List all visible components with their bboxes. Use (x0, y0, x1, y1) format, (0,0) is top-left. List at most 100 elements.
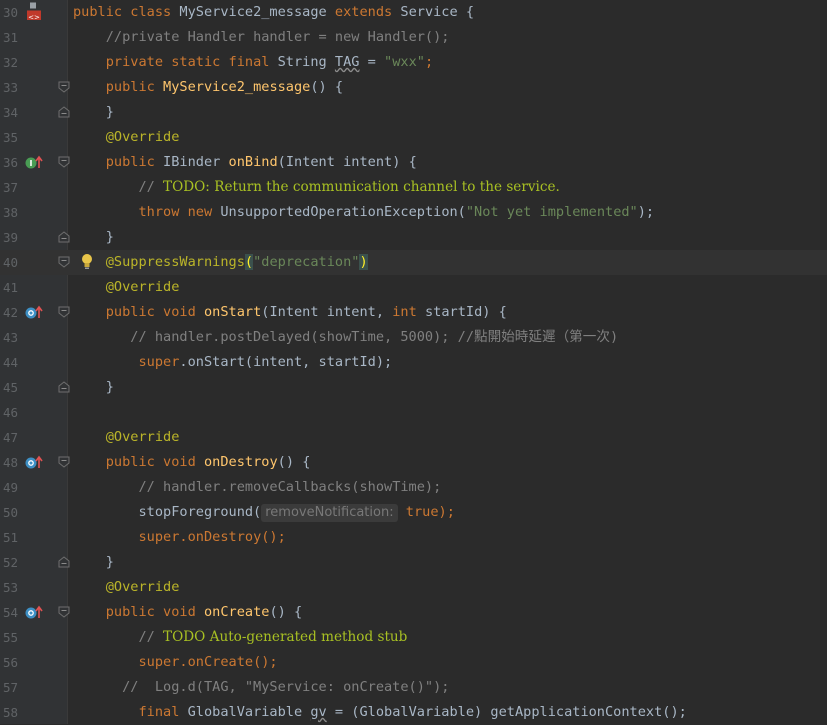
code-text[interactable]: public void onCreate() { (73, 600, 302, 625)
code-line[interactable]: 35 @Override (0, 125, 827, 150)
line-number: 46 (2, 405, 18, 420)
comment: // (138, 629, 164, 645)
code-line[interactable]: 53 @Override (0, 575, 827, 600)
code-line[interactable]: 41 @Override (0, 275, 827, 300)
code-line[interactable]: 49 // handler.removeCallbacks(showTime); (0, 475, 827, 500)
code-text[interactable]: final GlobalVariable gv = (GlobalVariabl… (73, 700, 686, 725)
fold-end-icon[interactable] (58, 556, 70, 568)
fold-end-icon[interactable] (58, 231, 70, 243)
matched-paren-open: ( (244, 254, 254, 270)
code-text[interactable]: // handler.postDelayed(showTime, 5000); … (73, 325, 618, 350)
code-text[interactable]: } (73, 550, 114, 575)
svg-text:I: I (30, 159, 33, 168)
code-text[interactable]: public MyService2_message() { (73, 75, 343, 100)
line-number: 51 (2, 530, 18, 545)
code-text[interactable]: public void onDestroy() { (73, 450, 311, 475)
code-text[interactable]: super.onCreate(); (73, 650, 277, 675)
code-line[interactable]: 44 super.onStart(intent, startId); (0, 350, 827, 375)
code-text[interactable]: // TODO Auto-generated method stub (73, 625, 407, 650)
code-line[interactable]: 32 private static final String TAG = "wx… (0, 50, 827, 75)
fold-collapse-icon[interactable] (58, 256, 70, 268)
code-line[interactable]: 38 throw new UnsupportedOperationExcepti… (0, 200, 827, 225)
string: "Not yet implemented" (465, 204, 638, 220)
method-name: onDestroy (203, 454, 278, 470)
code-line[interactable]: 34 } (0, 100, 827, 125)
matched-paren-close: ) (359, 254, 368, 270)
todo-comment: TODO: Return the communication channel t… (163, 179, 560, 195)
code-line[interactable]: 48 public void onDestroy() { (0, 450, 827, 475)
code-line[interactable]: 54 public void onCreate() { (0, 600, 827, 625)
code-text[interactable]: @Override (73, 275, 180, 300)
comment: // (138, 179, 164, 195)
code-line[interactable]: 33 public MyService2_message() { (0, 75, 827, 100)
code-line[interactable]: 56 super.onCreate(); (0, 650, 827, 675)
fold-end-icon[interactable] (58, 106, 70, 118)
code-text[interactable]: // handler.removeCallbacks(showTime); (73, 475, 441, 500)
fold-collapse-icon[interactable] (58, 306, 70, 318)
keyword: public class (73, 4, 180, 20)
keyword: int (392, 304, 425, 320)
fold-collapse-icon[interactable] (58, 81, 70, 93)
code-text[interactable]: public class MyService2_message extends … (73, 0, 474, 25)
code-line[interactable]: 47 @Override (0, 425, 827, 450)
code-line[interactable]: 39 } (0, 225, 827, 250)
code-text[interactable]: private static final String TAG = "wxx"; (73, 50, 433, 75)
fold-collapse-icon[interactable] (58, 456, 70, 468)
override-method-icon[interactable] (25, 455, 43, 470)
line-number: 45 (2, 380, 18, 395)
code-line[interactable]: 36 I public IBinder onBind(Intent intent)… (0, 150, 827, 175)
code-text[interactable]: @Override (73, 125, 180, 150)
code-text[interactable]: } (73, 100, 114, 125)
code-text[interactable]: stopForeground(removeNotification: true)… (73, 500, 455, 525)
code-token: ); (637, 204, 655, 220)
code-line[interactable]: 30 <> public class MyService2_message exte… (0, 0, 827, 25)
android-class-icon[interactable]: <> (25, 0, 43, 20)
override-method-icon[interactable] (25, 605, 43, 620)
code-line[interactable]: 58 final GlobalVariable gv = (GlobalVari… (0, 700, 827, 725)
code-text[interactable]: } (73, 225, 114, 250)
variable-gv: gv (310, 704, 327, 720)
fold-collapse-icon[interactable] (58, 156, 70, 168)
implements-method-icon[interactable]: I (25, 155, 43, 170)
string: "deprecation" (253, 254, 360, 270)
code-text[interactable]: @SuppressWarnings("deprecation") (73, 250, 368, 275)
code-text[interactable]: throw new UnsupportedOperationException(… (73, 200, 654, 225)
code-text[interactable]: public void onStart(Intent intent, int s… (73, 300, 507, 325)
code-line[interactable]: 51 super.onDestroy(); (0, 525, 827, 550)
code-line[interactable]: 55 // TODO Auto-generated method stub (0, 625, 827, 650)
fold-end-icon[interactable] (58, 381, 70, 393)
code-line[interactable]: 42 public void onStart(Intent intent, in… (0, 300, 827, 325)
code-line[interactable]: 52 } (0, 550, 827, 575)
code-line[interactable]: 37 // TODO: Return the communication cha… (0, 175, 827, 200)
line-number: 58 (2, 705, 18, 720)
code-line[interactable]: 31 //private Handler handler = new Handl… (0, 25, 827, 50)
code-token: .onDestroy(); (179, 529, 286, 545)
code-text[interactable]: @Override (73, 425, 180, 450)
code-line[interactable]: 50 stopForeground(removeNotification: tr… (0, 500, 827, 525)
code-text[interactable]: } (73, 375, 114, 400)
code-line[interactable]: 45 } (0, 375, 827, 400)
code-text[interactable]: super.onDestroy(); (73, 525, 286, 550)
code-text[interactable]: public IBinder onBind(Intent intent) { (73, 150, 417, 175)
code-line[interactable]: 57 // Log.d(TAG, "MyService: onCreate()"… (0, 675, 827, 700)
code-text[interactable]: @Override (73, 575, 180, 600)
code-token: () { (277, 454, 311, 470)
todo-comment: TODO Auto-generated method stub (163, 629, 408, 645)
code-text[interactable]: //private Handler handler = new Handler(… (73, 25, 450, 50)
code-text[interactable]: super.onStart(intent, startId); (73, 350, 392, 375)
annotation: @Override (105, 579, 180, 595)
code-text[interactable]: // TODO: Return the communication channe… (73, 175, 560, 200)
code-line[interactable]: 46 (0, 400, 827, 425)
code-line[interactable]: 40 @SuppressWarnings("deprecation") (0, 250, 827, 275)
code-text[interactable]: // Log.d(TAG, "MyService: onCreate()"); (73, 675, 449, 700)
override-method-icon[interactable] (25, 305, 43, 320)
code-line[interactable]: 43 // handler.postDelayed(showTime, 5000… (0, 325, 827, 350)
fold-collapse-icon[interactable] (58, 606, 70, 618)
